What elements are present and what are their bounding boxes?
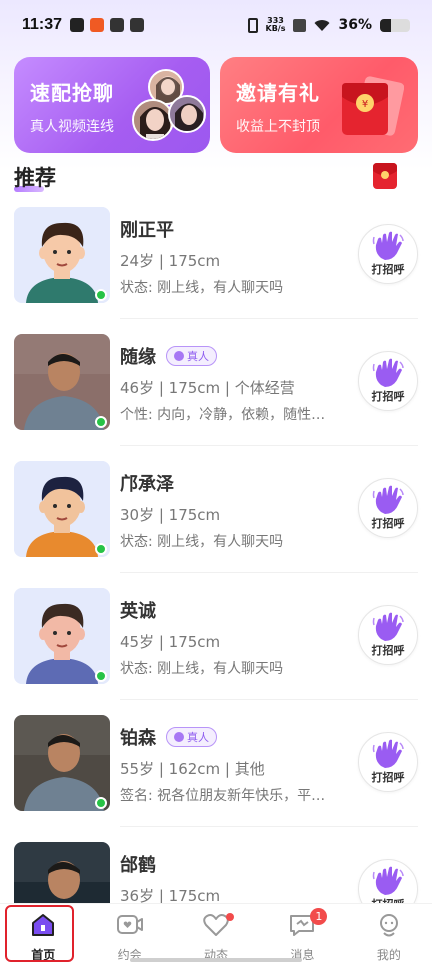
home-indicator (130, 958, 302, 962)
say-hi-label: 打招呼 (371, 263, 405, 276)
divider (120, 445, 418, 446)
user-name: 铂森 真人 (120, 724, 217, 750)
user-card[interactable]: 随缘 真人 46岁 | 175cm | 个体经营 个性: 内向，冷静，依赖，随性…… (0, 327, 432, 454)
say-hi-button[interactable]: 打招呼 (358, 605, 418, 665)
user-card[interactable]: 刚正平 24岁 | 175cm 状态: 刚上线，有人聊天吗 打招呼 (0, 200, 432, 327)
user-name: 英诚 (120, 601, 156, 622)
say-hi-label: 打招呼 (371, 390, 405, 403)
user-info: 55岁 | 162cm | 其他 (120, 760, 265, 778)
online-status-dot (95, 289, 107, 301)
bottom-navigation: 首页 约会 动态 1 消息我的 (0, 903, 432, 964)
say-hi-label: 打招呼 (371, 517, 405, 530)
user-description: 状态: 刚上线，有人聊天吗 (120, 280, 284, 296)
video-heart-icon (116, 912, 144, 942)
app-notification-icon (90, 18, 105, 32)
battery-icon (380, 18, 410, 32)
red-packet-icon[interactable] (372, 162, 398, 190)
avatar[interactable] (14, 207, 110, 303)
online-status-dot (95, 543, 107, 555)
verified-badge: 真人 (166, 346, 217, 366)
svg-text:¥: ¥ (362, 99, 368, 110)
user-description: 个性: 内向，冷静，依赖，随性… (120, 407, 326, 423)
wifi-icon (314, 19, 330, 31)
wave-hand-icon (372, 485, 404, 514)
status-bar: 11:37 333 KB/s 36% (0, 0, 432, 50)
user-name: 随缘 真人 (120, 343, 217, 369)
new-dot (226, 913, 235, 921)
say-hi-button[interactable]: 打招呼 (358, 224, 418, 284)
wave-hand-icon (372, 612, 404, 641)
home-icon (30, 912, 56, 942)
user-info: 45岁 | 175cm (120, 633, 221, 651)
verified-badge: 真人 (166, 727, 217, 747)
user-name: 邝承泽 (120, 474, 174, 495)
wave-hand-icon (372, 739, 404, 768)
user-info: 24岁 | 175cm (120, 252, 221, 270)
online-status-dot (95, 670, 107, 682)
divider (120, 318, 418, 319)
avatar[interactable] (14, 715, 110, 811)
mail-icon (110, 18, 125, 32)
nav-item[interactable]: 首页 (0, 904, 86, 964)
user-name: 刚正平 (120, 220, 174, 241)
recommend-title: 推荐 (14, 166, 56, 190)
say-hi-button[interactable]: 打招呼 (358, 732, 418, 792)
online-status-dot (95, 416, 107, 428)
user-description: 签名: 祝各位朋友新年快乐，平… (120, 788, 326, 804)
play-icon (130, 18, 145, 32)
wave-hand-icon (372, 231, 404, 260)
wave-hand-icon (372, 358, 404, 387)
avatar (132, 99, 174, 141)
nav-item[interactable]: 约会 (86, 904, 172, 964)
divider (120, 572, 418, 573)
say-hi-label: 打招呼 (371, 771, 405, 784)
online-status-dot (95, 797, 107, 809)
nav-item[interactable]: 我的 (346, 904, 432, 964)
user-info: 46岁 | 175cm | 个体经营 (120, 379, 295, 397)
red-packet-icon: ¥ (342, 76, 404, 136)
user-card[interactable]: 邝承泽 30岁 | 175cm 状态: 刚上线，有人聊天吗 打招呼 (0, 454, 432, 581)
invite-reward-banner[interactable]: 邀请有礼 收益上不封顶 ¥ (220, 57, 418, 153)
user-card[interactable]: 英诚 45岁 | 175cm 状态: 刚上线，有人聊天吗 打招呼 (0, 581, 432, 708)
avatar[interactable] (14, 588, 110, 684)
wave-hand-icon (372, 866, 404, 895)
nav-item[interactable]: 动态 (173, 904, 259, 964)
nav-item[interactable]: 1 消息 (259, 904, 345, 964)
user-name: 邰鹤 (120, 855, 156, 876)
say-hi-button[interactable]: 打招呼 (358, 478, 418, 538)
battery-percent: 36% (338, 17, 372, 33)
unread-badge: 1 (310, 908, 328, 925)
avatar[interactable] (14, 334, 110, 430)
profile-icon (376, 912, 402, 942)
sim-off-icon (293, 18, 307, 32)
vibrate-icon (247, 17, 258, 33)
avatar (168, 95, 206, 133)
nav-label: 首页 (31, 948, 56, 962)
user-description: 状态: 刚上线，有人聊天吗 (120, 534, 284, 550)
avatar[interactable] (14, 461, 110, 557)
app-notification-icon (70, 18, 85, 32)
network-speed: 333 KB/s (265, 16, 286, 33)
user-description: 状态: 刚上线，有人聊天吗 (120, 661, 284, 677)
user-card[interactable]: 铂森 真人 55岁 | 162cm | 其他 签名: 祝各位朋友新年快乐，平… 打… (0, 708, 432, 835)
divider (120, 826, 418, 827)
say-hi-button[interactable]: 打招呼 (358, 351, 418, 411)
status-time: 11:37 (22, 16, 63, 33)
user-info: 30岁 | 175cm (120, 506, 221, 524)
say-hi-label: 打招呼 (371, 644, 405, 657)
divider (120, 699, 418, 700)
nav-label: 我的 (376, 948, 401, 962)
quick-match-banner[interactable]: 速配抢聊 真人视频连线 (14, 57, 210, 153)
